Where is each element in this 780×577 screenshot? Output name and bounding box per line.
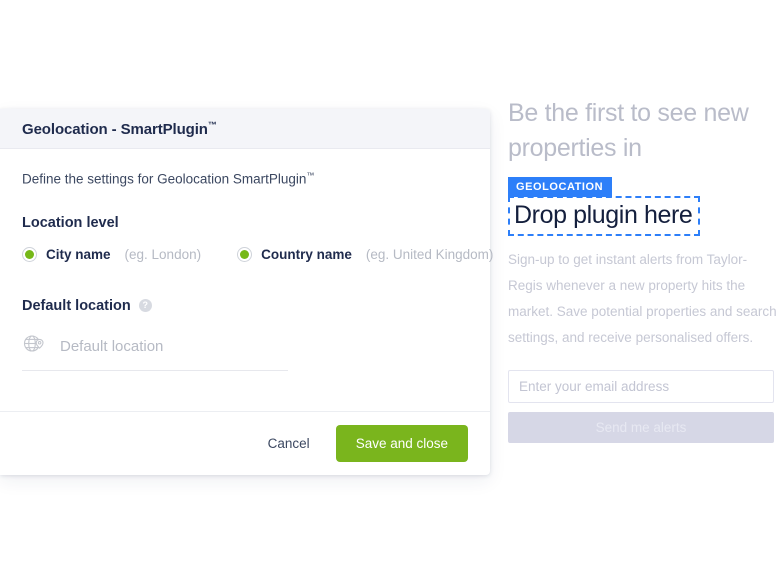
dialog-description-text: Define the settings for Geolocation Smar… [22, 171, 307, 187]
default-location-input[interactable]: Default location [22, 332, 288, 371]
dialog-title: Geolocation - SmartPlugin™ [22, 120, 217, 138]
help-icon[interactable]: ? [138, 299, 152, 312]
radio-option-country-name[interactable]: Country name (eg. United Kingdom) [237, 246, 494, 262]
default-location-placeholder: Default location [60, 337, 164, 355]
location-level-label: Location level [22, 215, 468, 231]
radio-hint-country-name: (eg. United Kingdom) [365, 246, 494, 262]
dialog-header: Geolocation - SmartPlugin™ [0, 109, 490, 149]
default-location-label-text: Default location [22, 297, 131, 314]
save-and-close-button[interactable]: Save and close [335, 425, 468, 462]
geolocation-badge: GEOLOCATION [508, 177, 613, 197]
cancel-button[interactable]: Cancel [264, 430, 314, 457]
radio-hint-city-name: (eg. London) [124, 246, 202, 262]
dialog-title-text: Geolocation - SmartPlugin [22, 120, 208, 138]
email-input-placeholder: Enter your email address [519, 379, 670, 394]
preview-body-text: Sign-up to get instant alerts from Taylo… [508, 252, 777, 345]
geolocation-badge-wrap: GEOLOCATION [508, 166, 780, 197]
dialog-body: Define the settings for Geolocation Smar… [0, 149, 493, 371]
preview-heading: Be the first to see new properties in [508, 99, 749, 162]
trademark-symbol: ™ [207, 119, 217, 130]
email-input[interactable]: Enter your email address [508, 370, 774, 403]
plugin-preview-pane: Be the first to see new properties in GE… [508, 96, 780, 443]
radio-label-city-name: City name [46, 246, 111, 262]
plugin-dropzone[interactable]: Drop plugin here [508, 196, 701, 236]
description-trademark-symbol: ™ [306, 171, 315, 180]
radio-mark-country-name[interactable] [237, 246, 253, 262]
radio-option-city-name[interactable]: City name (eg. London) [22, 246, 202, 262]
dialog-footer: Cancel Save and close [0, 411, 490, 475]
dialog-description: Define the settings for Geolocation Smar… [22, 171, 468, 187]
default-location-label: Default location ? [22, 298, 468, 314]
radio-label-country-name: Country name [261, 246, 352, 262]
radio-mark-city-name[interactable] [22, 246, 37, 262]
location-level-radio-group: City name (eg. London) Country name (eg.… [22, 246, 493, 262]
geolocation-settings-dialog: Geolocation - SmartPlugin™ Define the se… [0, 109, 493, 475]
send-me-alerts-button[interactable]: Send me alerts [508, 412, 774, 443]
dropzone-label: Drop plugin here [514, 201, 693, 229]
globe-location-icon [22, 332, 46, 361]
location-level-label-text: Location level [22, 214, 119, 231]
